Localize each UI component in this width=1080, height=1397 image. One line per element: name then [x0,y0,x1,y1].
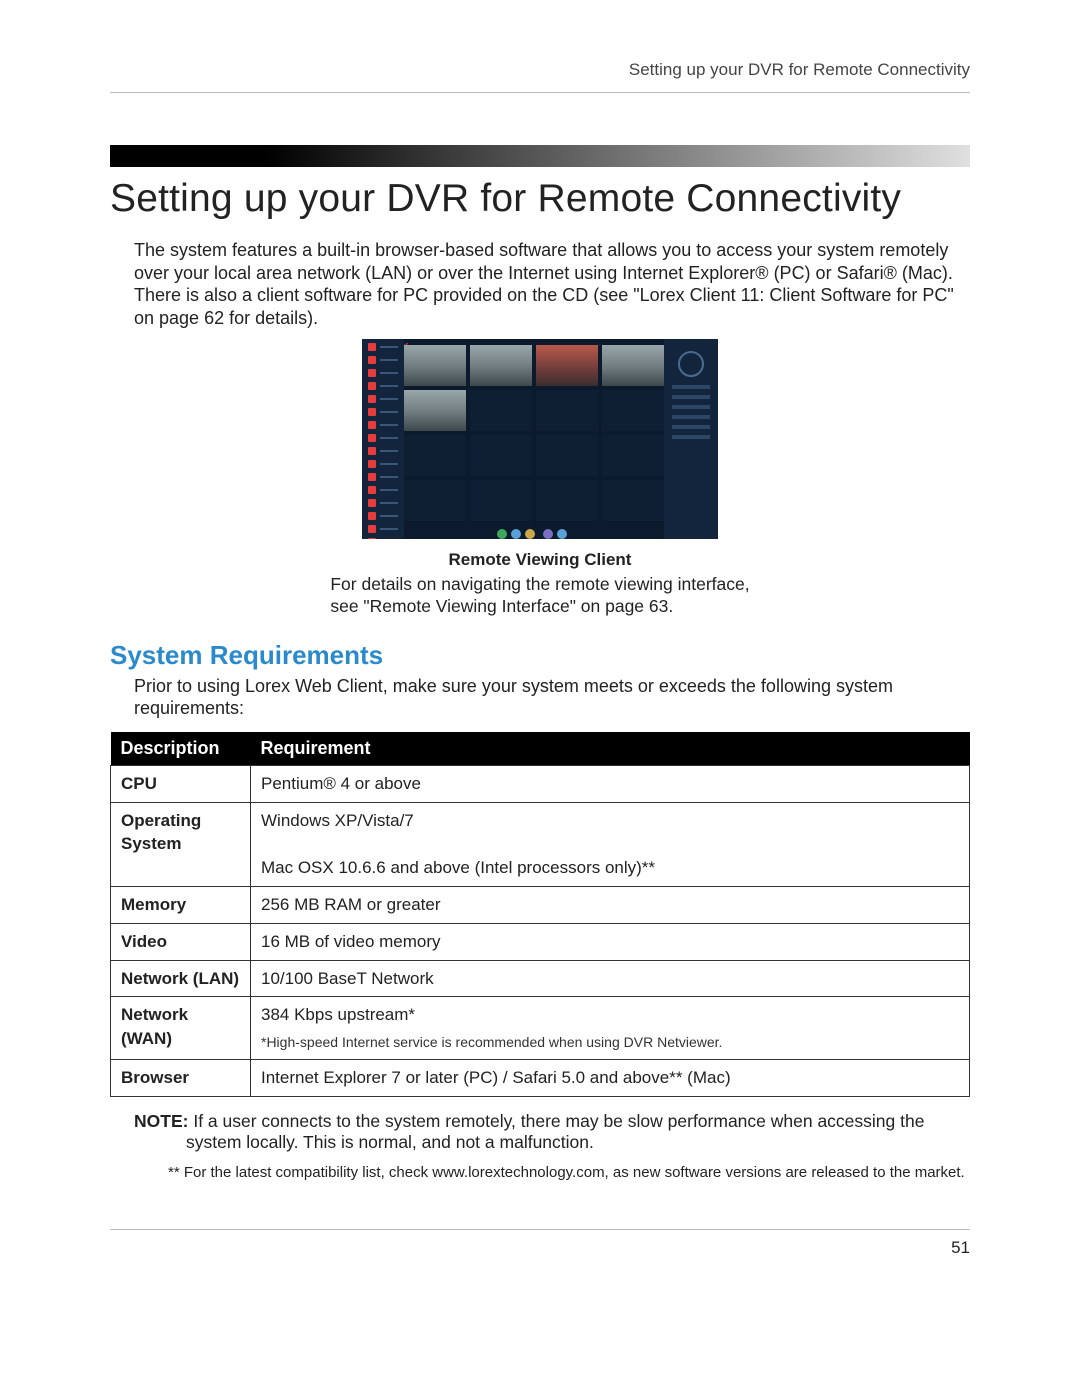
section-intro: Prior to using Lorex Web Client, make su… [110,675,970,720]
section-bar [110,145,970,167]
table-cell-description: Video [111,923,251,960]
table-cell-requirement: Windows XP/Vista/7Mac OSX 10.6.6 and abo… [251,802,970,886]
table-row: Video16 MB of video memory [111,923,970,960]
table-header-requirement: Requirement [251,732,970,766]
table-row: Operating SystemWindows XP/Vista/7Mac OS… [111,802,970,886]
table-cell-requirement: 10/100 BaseT Network [251,960,970,997]
running-head: Setting up your DVR for Remote Connectiv… [110,60,970,92]
document-page: Setting up your DVR for Remote Connectiv… [0,0,1080,1397]
table-row: Network (WAN)384 Kbps upstream**High-spe… [111,997,970,1059]
figure-subtext-line1: For details on navigating the remote vie… [330,574,749,594]
table-header-description: Description [111,732,251,766]
requirements-table: Description Requirement CPUPentium® 4 or… [110,732,970,1097]
footer-rule [110,1229,970,1230]
table-cell-footnote: *High-speed Internet service is recommen… [261,1033,959,1053]
table-cell-description: Network (WAN) [111,997,251,1059]
page-title: Setting up your DVR for Remote Connectiv… [110,177,970,221]
figure-block: LOREX Remote Viewi [110,339,970,618]
note-text: If a user connects to the system remotel… [186,1111,924,1153]
table-row: BrowserInternet Explorer 7 or later (PC)… [111,1059,970,1096]
table-cell-requirement: 256 MB RAM or greater [251,886,970,923]
note-paragraph: NOTE: If a user connects to the system r… [162,1111,970,1155]
page-number: 51 [110,1238,970,1258]
section-heading: System Requirements [110,640,970,671]
intro-paragraph: The system features a built-in browser-b… [110,239,970,329]
figure-right-column [664,339,718,539]
table-row: Network (LAN)10/100 BaseT Network [111,960,970,997]
figure-bottom-bar [404,525,664,537]
figure-subtext-line2: see "Remote Viewing Interface" on page 6… [330,596,673,616]
table-cell-description: Memory [111,886,251,923]
table-cell-description: Browser [111,1059,251,1096]
table-cell-requirement: Internet Explorer 7 or later (PC) / Safa… [251,1059,970,1096]
table-cell-requirement: Pentium® 4 or above [251,765,970,802]
note-label: NOTE: [134,1111,188,1131]
figure-caption: Remote Viewing Client [110,550,970,570]
header-rule [110,92,970,93]
figure-left-column [362,339,404,539]
table-cell-description: CPU [111,765,251,802]
table-cell-description: Operating System [111,802,251,886]
double-star-footnote: ** For the latest compatibility list, ch… [110,1164,970,1183]
screenshot-figure: LOREX [362,339,718,539]
table-row: Memory256 MB RAM or greater [111,886,970,923]
table-cell-requirement: 16 MB of video memory [251,923,970,960]
figure-camera-grid [404,345,664,521]
table-row: CPUPentium® 4 or above [111,765,970,802]
table-cell-requirement: 384 Kbps upstream**High-speed Internet s… [251,997,970,1059]
table-cell-description: Network (LAN) [111,960,251,997]
figure-subtext: For details on navigating the remote vie… [330,574,749,618]
